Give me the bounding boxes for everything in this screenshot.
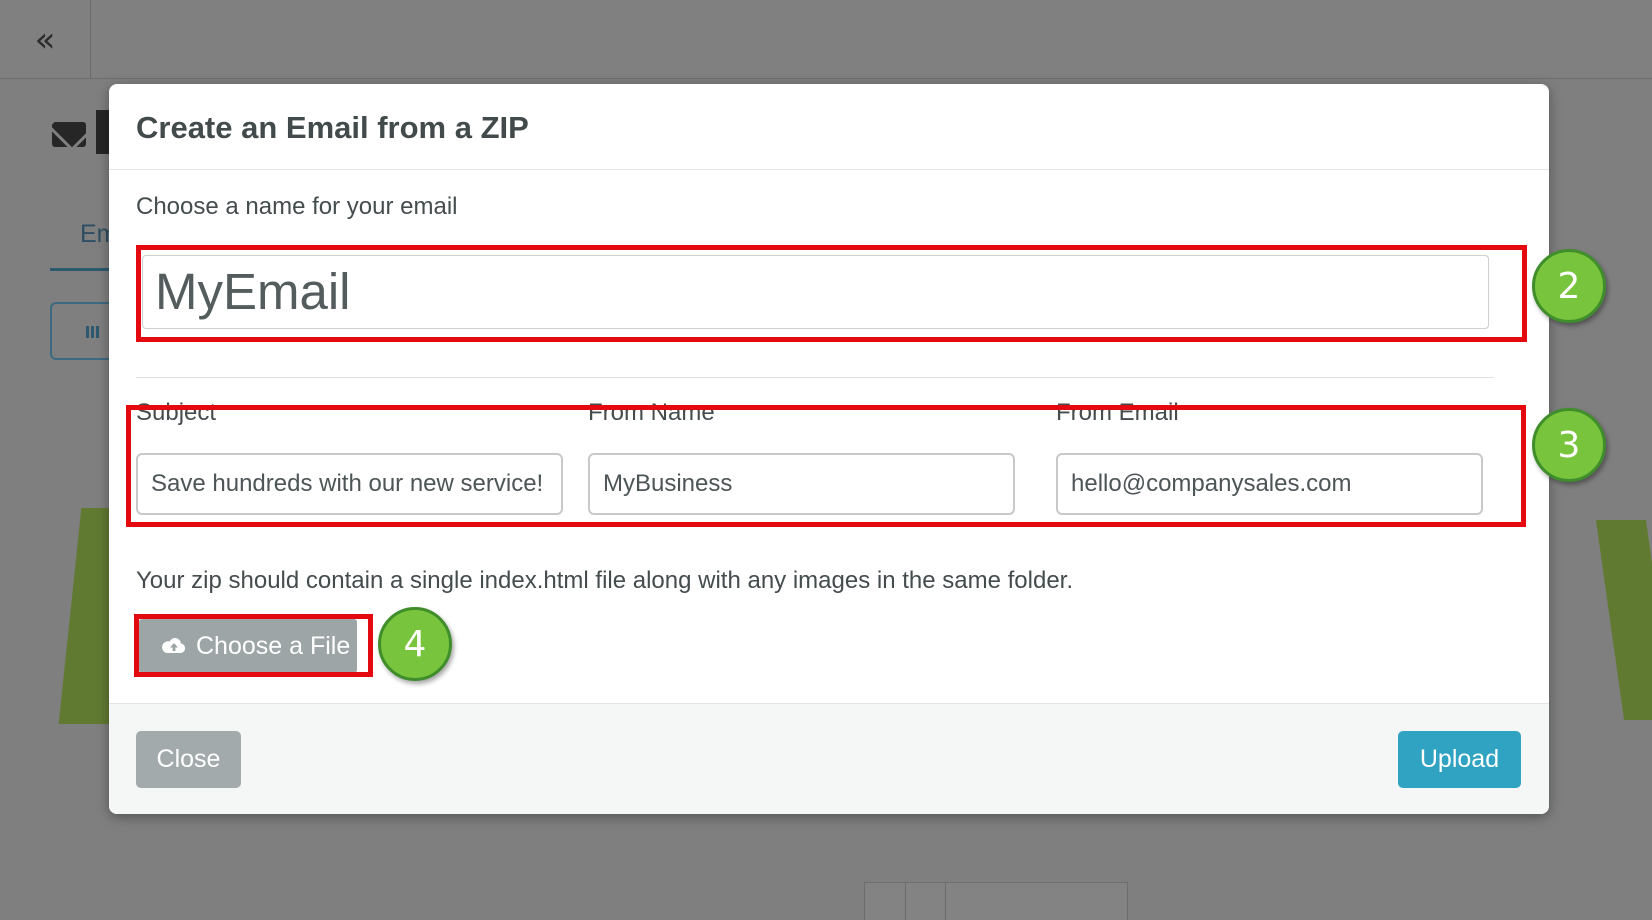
upload-button[interactable]: Upload [1398, 731, 1521, 788]
collapse-sidebar-button[interactable]: « [0, 0, 91, 79]
double-chevron-left-icon: « [34, 19, 56, 60]
highlight-sender-fields [126, 405, 1526, 527]
email-name-label: Choose a name for your email [136, 193, 458, 220]
app-topbar: « [0, 0, 1652, 79]
highlight-choose-file [134, 614, 373, 677]
template-preview-thumbnail [864, 882, 1128, 920]
envelope-icon [52, 122, 86, 147]
page-title-fragment [96, 110, 110, 154]
zip-help-text: Your zip should contain a single index.h… [136, 567, 1073, 594]
highlight-name-field [136, 245, 1527, 342]
modal-header: Create an Email from a ZIP [109, 84, 1549, 170]
step-badge-2: 2 [1532, 249, 1606, 323]
modal-title: Create an Email from a ZIP [136, 110, 529, 145]
grid-icon [86, 326, 100, 338]
step-badge-4: 4 [378, 607, 452, 681]
modal-footer: Close Upload [109, 703, 1549, 814]
close-button[interactable]: Close [136, 731, 241, 788]
template-thumbnail-right [1595, 520, 1652, 720]
section-divider [136, 377, 1494, 378]
step-badge-3: 3 [1532, 408, 1606, 482]
